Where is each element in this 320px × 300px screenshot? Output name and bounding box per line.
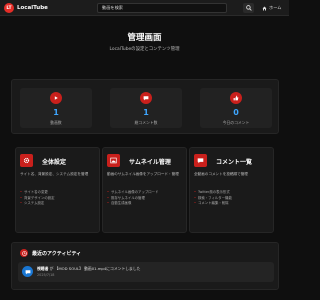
stat-comment-count: 1 総コメント数 <box>110 88 182 128</box>
stat-value: 1 <box>53 108 59 117</box>
stat-value: 0 <box>233 108 239 117</box>
stats-panel: 1 動画数 1 総コメント数 0 今日のコメント <box>11 79 279 134</box>
activity-time: 2025/7/18 <box>37 273 55 277</box>
brand-name: LocalTube <box>17 5 48 11</box>
list-item: 自動生成画像 <box>107 201 185 207</box>
stat-label: 総コメント数 <box>134 120 158 125</box>
stat-today-comments: 0 今日のコメント <box>200 88 272 128</box>
home-link[interactable]: ホーム <box>262 4 281 12</box>
card-general-settings[interactable]: 全体設定 サイト名、背景設定、システム設定を管理 サイト名の変更 背景デザインの… <box>15 147 100 233</box>
card-title: サムネイル管理 <box>129 159 171 166</box>
stat-value: 1 <box>143 108 149 117</box>
list-item: コメント編集・削除 <box>194 201 272 207</box>
activity-text: 視聴者 が 【MOD SOUL】 動画01.mp4にコメントしました <box>37 266 140 272</box>
activity-title: 最近のアクティビティ <box>32 251 82 257</box>
image-icon <box>107 154 120 167</box>
card-thumbnail-management[interactable]: サムネイル管理 動画のサムネイル画像をアップロード・管理 サムネイル画像のアップ… <box>102 147 187 233</box>
home-icon <box>262 6 267 10</box>
clock-icon <box>20 249 28 257</box>
activity-user: 視聴者 <box>37 266 49 271</box>
card-description: 動画のサムネイル画像をアップロード・管理 <box>107 172 179 176</box>
top-navbar: LT LocalTube 動画を検索 ホーム <box>0 0 289 16</box>
page-subtitle: LocalTubeの設定とコンテンツ管理 <box>109 47 180 52</box>
card-description: 全動画のコメントを投稿順で管理 <box>194 172 248 176</box>
search-button[interactable] <box>243 3 254 13</box>
card-feature-list: Twitter風の表示形式 検索・フィルター機能 コメント編集・削除 <box>194 190 272 207</box>
comment-icon <box>22 266 33 277</box>
gear-icon <box>20 154 33 167</box>
home-label: ホーム <box>269 5 282 10</box>
card-description: サイト名、背景設定、システム設定を管理 <box>20 172 89 176</box>
card-title: 全体設定 <box>42 159 67 166</box>
comment-icon <box>194 154 207 167</box>
stat-label: 動画数 <box>50 120 62 125</box>
card-feature-list: サムネイル画像のアップロード 既存サムネイルの管理 自動生成画像 <box>107 190 185 207</box>
comment-icon <box>140 92 152 104</box>
card-title: コメント一覧 <box>216 159 253 166</box>
page-title: 管理画面 <box>127 33 162 43</box>
play-icon <box>50 92 62 104</box>
list-item: システム設定 <box>20 201 98 207</box>
recent-activity-panel: 最近のアクティビティ 視聴者 が 【MOD SOUL】 動画01.mp4にコメン… <box>11 242 279 290</box>
card-comment-list[interactable]: コメント一覧 全動画のコメントを投稿順で管理 Twitter風の表示形式 検索・… <box>189 147 274 233</box>
brand-link[interactable]: LT LocalTube <box>4 3 48 13</box>
activity-item[interactable]: 視聴者 が 【MOD SOUL】 動画01.mp4にコメントしました 2025/… <box>18 262 274 282</box>
stat-label: 今日のコメント <box>222 120 250 125</box>
search-input[interactable]: 動画を検索 <box>97 3 227 13</box>
brand-logo: LT <box>4 3 14 13</box>
card-feature-list: サイト名の変更 背景デザインの設定 システム設定 <box>20 190 98 207</box>
activity-description: が 【MOD SOUL】 動画01.mp4にコメントしました <box>49 266 141 271</box>
search-icon <box>245 5 252 11</box>
thumbs-up-icon <box>230 92 242 104</box>
stat-video-count: 1 動画数 <box>20 88 92 128</box>
